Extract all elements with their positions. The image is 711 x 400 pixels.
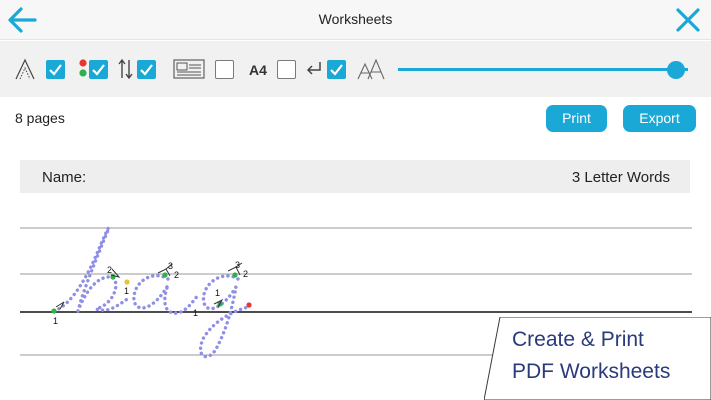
letter-size-slider[interactable] (398, 60, 698, 80)
name-label: Name: (42, 169, 87, 186)
letter-outline-icon (13, 58, 37, 80)
slider-track (398, 68, 688, 71)
slider-thumb[interactable] (667, 61, 685, 79)
page-title: Worksheets (318, 11, 393, 27)
start-dot (162, 272, 168, 278)
start-dot (232, 272, 238, 278)
letter-outline-checkbox[interactable] (46, 60, 65, 79)
stroke-number: 3 (168, 261, 173, 271)
color-dots-checkbox[interactable] (89, 60, 108, 79)
text-layout-icon (173, 58, 205, 80)
stroke-number: 1 (215, 288, 220, 298)
title-bar: Worksheets (0, 0, 711, 40)
promo-text-line2: PDF Worksheets (512, 360, 671, 383)
stroke-number: 2 (107, 265, 112, 275)
stroke-number: 1 (53, 316, 58, 326)
start-dot (51, 308, 57, 314)
return-icon (305, 58, 323, 80)
stroke-number: 3 (235, 260, 240, 270)
stroke-direction-icon (118, 58, 134, 80)
direction-arrow (110, 268, 121, 278)
worksheet-title: 3 Letter Words (571, 169, 670, 186)
close-icon (676, 8, 700, 32)
return-checkbox[interactable] (327, 60, 346, 79)
stroke-number: 1 (124, 286, 129, 296)
worksheet-header: Name: 3 Letter Words (20, 160, 690, 193)
export-button[interactable]: Export (623, 105, 696, 132)
page-count: 8 pages (15, 110, 65, 126)
letter-size-icon (356, 58, 386, 80)
start-dot (124, 279, 130, 285)
a4-paper-checkbox[interactable] (277, 60, 296, 79)
stroke-number: 2 (243, 269, 248, 279)
end-dot (246, 302, 252, 308)
options-toolbar: A4 (0, 41, 711, 97)
close-button[interactable] (673, 5, 703, 35)
stroke-direction-checkbox[interactable] (137, 60, 156, 79)
print-button[interactable]: Print (546, 105, 607, 132)
stroke-number: 1 (193, 308, 198, 318)
promo-text-line1: Create & Print (512, 328, 644, 351)
stroke-number: 2 (174, 270, 179, 280)
info-bar: 8 pages Print Export (0, 97, 711, 143)
text-layout-checkbox[interactable] (215, 60, 234, 79)
a4-paper-label: A4 (249, 62, 267, 78)
